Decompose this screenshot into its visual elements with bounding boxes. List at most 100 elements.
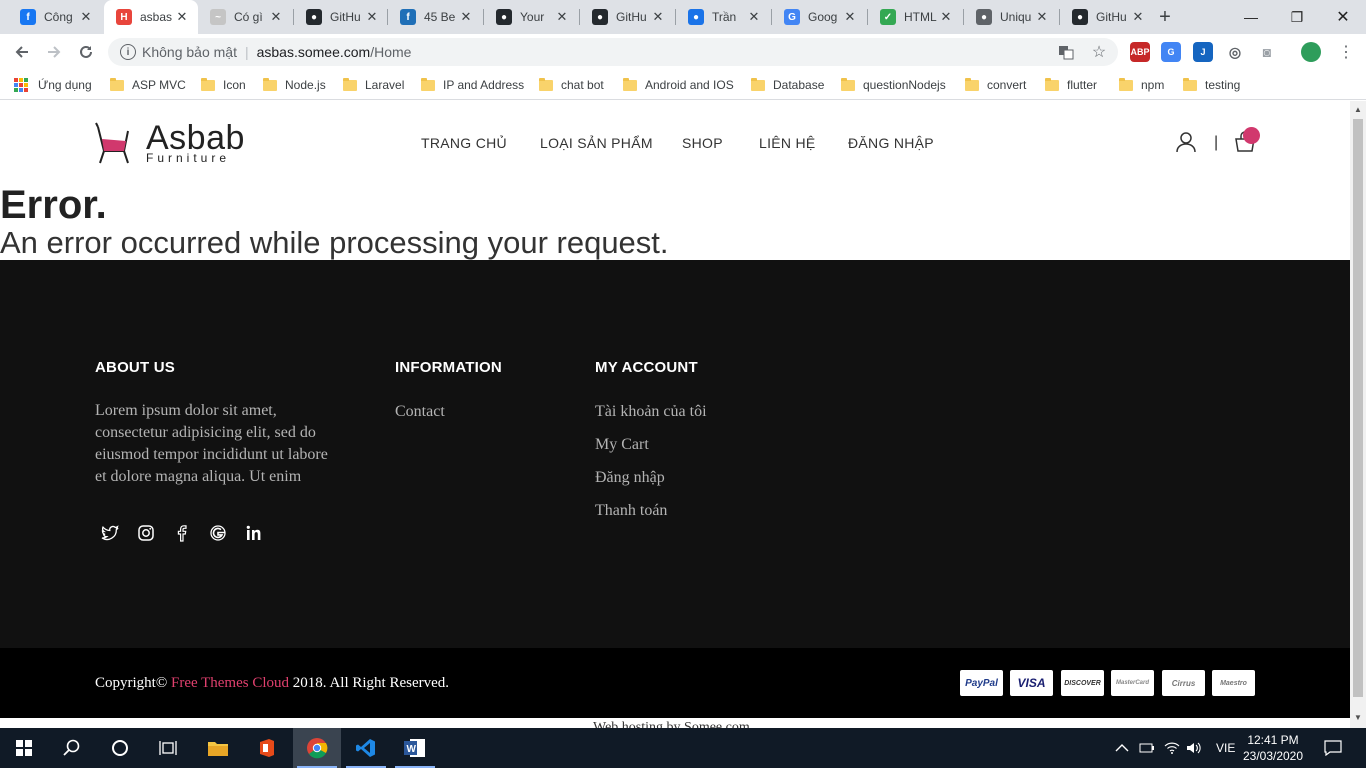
word-icon[interactable]: W <box>391 728 439 768</box>
scroll-down-arrow-icon[interactable]: ▼ <box>1354 713 1362 722</box>
footer-link-login[interactable]: Đăng nhập <box>595 469 665 487</box>
tab-title: Your <box>520 10 545 24</box>
address-bar[interactable]: i Không bảo mật | asbas.somee.com/Home <box>108 38 1118 66</box>
nav-shop[interactable]: SHOP <box>682 135 723 151</box>
footer-link-my-cart[interactable]: My Cart <box>595 436 649 454</box>
j-extension-icon[interactable]: J <box>1193 42 1213 62</box>
browser-tab[interactable]: G Goog ✕ <box>772 0 866 34</box>
battery-icon[interactable] <box>1139 728 1155 768</box>
adblock-extension-icon[interactable]: ABP <box>1130 42 1150 62</box>
bookmark-folder[interactable]: Icon <box>201 76 246 94</box>
bookmark-folder[interactable]: npm <box>1119 76 1164 94</box>
tab-close-icon[interactable]: ✕ <box>458 9 474 25</box>
search-icon[interactable] <box>48 728 96 768</box>
notification-icon[interactable] <box>1324 728 1342 768</box>
browser-tab[interactable]: ● GitHu ✕ <box>580 0 674 34</box>
user-icon[interactable] <box>1175 131 1197 153</box>
browser-tab[interactable]: ● GitHu ✕ <box>294 0 388 34</box>
tab-close-icon[interactable]: ✕ <box>938 9 954 25</box>
bookmark-star-icon[interactable]: ☆ <box>1091 44 1107 61</box>
volume-icon[interactable] <box>1186 728 1202 768</box>
tab-close-icon[interactable]: ✕ <box>650 9 666 25</box>
footer-link-my-account[interactable]: Tài khoản của tôi <box>595 403 707 421</box>
browser-tab[interactable]: ● Uniqu ✕ <box>964 0 1058 34</box>
google-plus-icon[interactable] <box>208 523 228 543</box>
new-tab-button[interactable]: + <box>1152 0 1178 34</box>
site-logo[interactable]: Asbab Furniture <box>94 121 254 165</box>
footer-link-checkout[interactable]: Thanh toán <box>595 502 667 520</box>
language-indicator[interactable]: VIE <box>1216 728 1235 768</box>
nav-login[interactable]: ĐĂNG NHẬP <box>848 135 934 151</box>
restore-button[interactable]: ❐ <box>1274 0 1320 34</box>
tab-divider <box>771 9 772 25</box>
info-icon[interactable]: i <box>120 44 136 60</box>
back-button[interactable] <box>8 38 36 66</box>
browser-tab[interactable]: ~ Có gì ✕ <box>198 0 292 34</box>
bookmark-folder[interactable]: testing <box>1183 76 1240 94</box>
twitter-icon[interactable] <box>100 523 120 543</box>
tab-close-icon[interactable]: ✕ <box>1130 9 1146 25</box>
profile-avatar-icon[interactable] <box>1301 42 1321 62</box>
browser-tab[interactable]: ● Your ✕ <box>484 0 578 34</box>
task-view-icon[interactable] <box>144 728 192 768</box>
tab-close-icon[interactable]: ✕ <box>842 9 858 25</box>
bookmark-folder[interactable]: Android and IOS <box>623 76 734 94</box>
bookmark-apps[interactable]: Ứng dụng <box>14 76 92 94</box>
windows-start-icon[interactable] <box>0 728 48 768</box>
wifi-icon[interactable] <box>1164 728 1180 768</box>
translate-icon[interactable] <box>1058 44 1074 60</box>
tab-close-icon[interactable]: ✕ <box>1034 9 1050 25</box>
tab-close-icon[interactable]: ✕ <box>78 9 94 25</box>
nav-home[interactable]: TRANG CHỦ <box>421 135 507 151</box>
bookmark-folder[interactable]: Database <box>751 76 824 94</box>
file-explorer-icon[interactable] <box>194 728 242 768</box>
browser-tab[interactable]: Hasbas ✕ <box>104 0 198 34</box>
hosting-notice[interactable]: Web hosting by Somee.com <box>593 720 750 728</box>
footer-link-contact[interactable]: Contact <box>395 403 445 421</box>
copyright-brand-link[interactable]: Free Themes Cloud <box>171 675 289 691</box>
tab-close-icon[interactable]: ✕ <box>268 9 284 25</box>
reload-button[interactable] <box>72 38 100 66</box>
office-icon[interactable] <box>243 728 291 768</box>
browser-tab[interactable]: ● GitHu ✕ <box>1060 0 1154 34</box>
vscode-icon[interactable] <box>342 728 390 768</box>
nav-product-types[interactable]: LOẠI SẢN PHẨM <box>540 135 653 151</box>
instagram-icon[interactable] <box>136 523 156 543</box>
browser-tab[interactable]: ● Trần ✕ <box>676 0 770 34</box>
browser-tab[interactable]: ✓ HTML ✕ <box>868 0 962 34</box>
google-translate-extension-icon[interactable]: G <box>1161 42 1181 62</box>
tab-divider <box>675 9 676 25</box>
tab-close-icon[interactable]: ✕ <box>746 9 762 25</box>
bookmark-folder[interactable]: flutter <box>1045 76 1097 94</box>
bookmark-folder[interactable]: convert <box>965 76 1026 94</box>
page-scrollbar[interactable]: ▲ ▼ <box>1350 101 1366 728</box>
menu-dots-icon[interactable]: ⋮ <box>1338 44 1354 61</box>
bookmark-folder[interactable]: Laravel <box>343 76 404 94</box>
tab-close-icon[interactable]: ✕ <box>174 9 190 25</box>
browser-tab[interactable]: f 45 Be ✕ <box>388 0 482 34</box>
cortana-icon[interactable] <box>96 728 144 768</box>
nav-contact[interactable]: LIÊN HỆ <box>759 135 816 151</box>
browser-tab[interactable]: f Công ✕ <box>8 0 102 34</box>
bookmark-folder[interactable]: chat bot <box>539 76 604 94</box>
tab-close-icon[interactable]: ✕ <box>364 9 380 25</box>
scrollbar-thumb[interactable] <box>1353 119 1363 697</box>
bookmark-folder[interactable]: IP and Address <box>421 76 524 94</box>
taskbar-clock[interactable]: 12:41 PM 23/03/2020 <box>1240 732 1306 764</box>
close-window-button[interactable]: ✕ <box>1320 0 1366 34</box>
swirl-extension-icon[interactable]: ◎ <box>1225 42 1245 62</box>
forward-button[interactable] <box>40 38 68 66</box>
facebook-icon[interactable] <box>172 523 192 543</box>
bookmark-folder[interactable]: ASP MVC <box>110 76 186 94</box>
linkedin-icon[interactable] <box>244 523 264 543</box>
tab-close-icon[interactable]: ✕ <box>554 9 570 25</box>
camera-extension-icon[interactable]: ◙ <box>1257 42 1277 62</box>
tab-title: 45 Be <box>424 10 456 24</box>
bookmark-folder[interactable]: Node.js <box>263 76 326 94</box>
scroll-up-arrow-icon[interactable]: ▲ <box>1354 105 1362 114</box>
tray-chevron-icon[interactable] <box>1115 728 1129 768</box>
url-text[interactable]: asbas.somee.com/Home <box>257 44 412 60</box>
chrome-icon[interactable] <box>293 728 341 768</box>
minimize-button[interactable]: — <box>1228 0 1274 34</box>
bookmark-folder[interactable]: questionNodejs <box>841 76 946 94</box>
